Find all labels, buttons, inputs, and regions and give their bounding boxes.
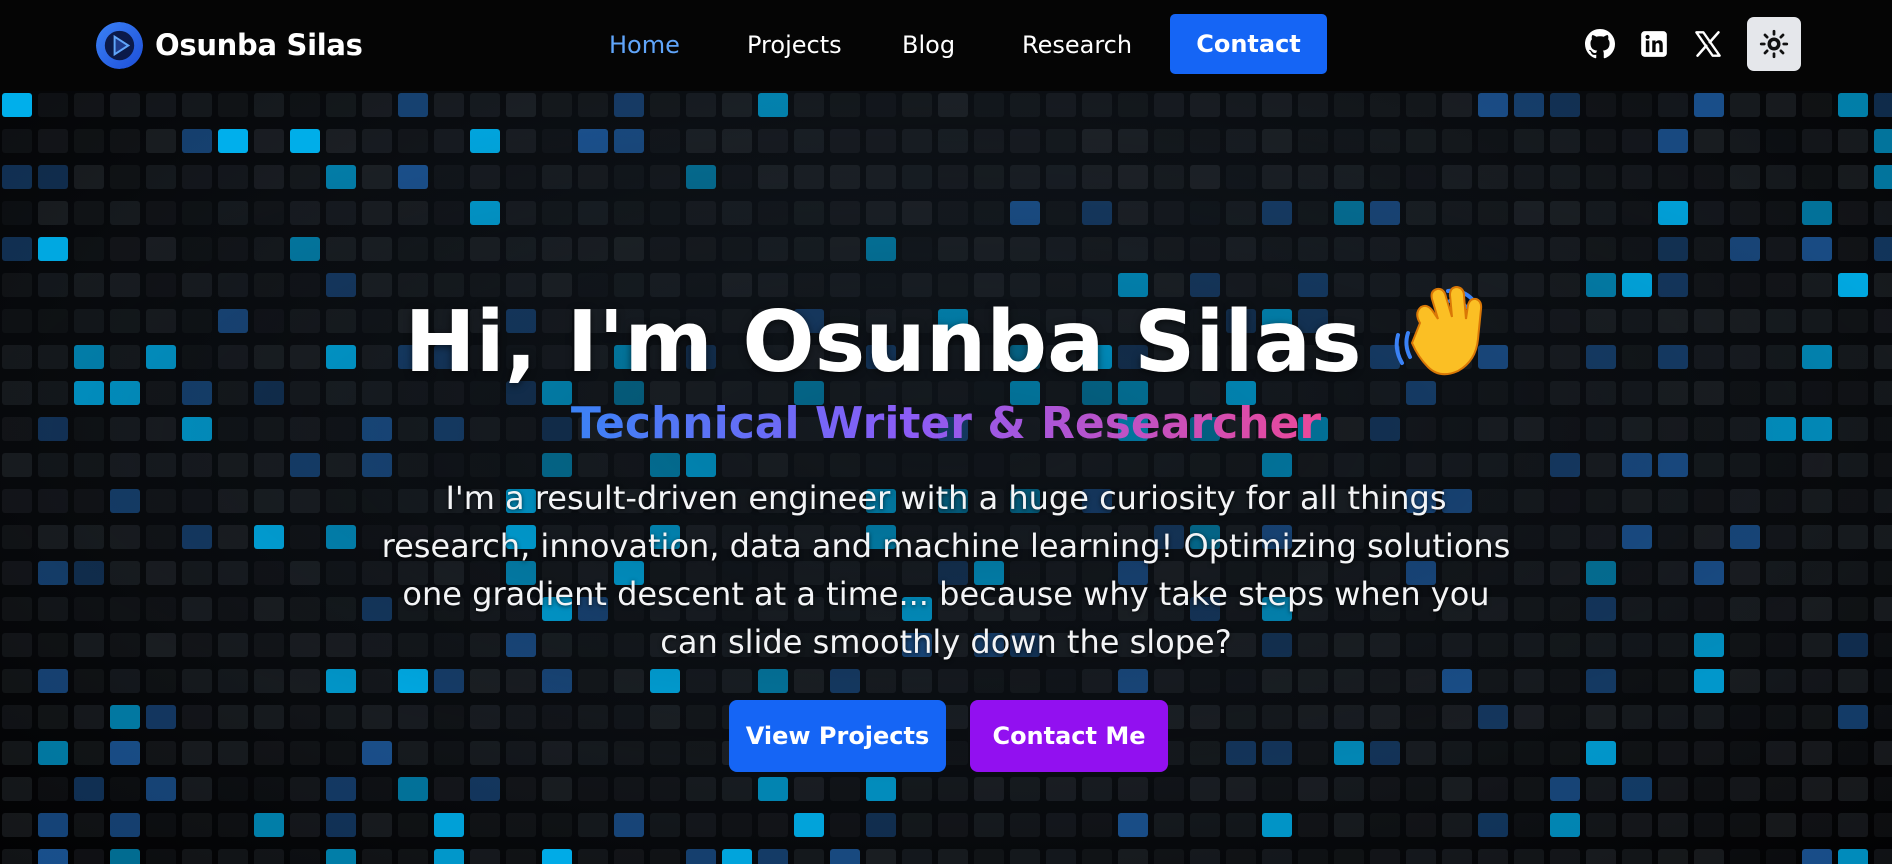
- top-navbar: Osunba Silas Home Projects Blog Research…: [0, 0, 1892, 91]
- brand[interactable]: Osunba Silas: [96, 21, 363, 69]
- view-projects-button[interactable]: View Projects: [729, 700, 946, 772]
- hero-subtitle-text: Technical Writer & Researcher: [570, 398, 1322, 449]
- nav-link-research[interactable]: Research: [1022, 29, 1132, 61]
- hero-title: Hi, I'm Osunba Silas: [0, 283, 1892, 401]
- hero-section: Hi, I'm Osunba Silas Technical Writer & …: [0, 91, 1892, 864]
- hero-subtitle: Technical Writer & Researcher: [0, 394, 1892, 454]
- hero-title-text: Hi, I'm Osunba Silas: [404, 293, 1362, 392]
- nav-link-projects[interactable]: Projects: [747, 29, 842, 61]
- sun-icon: [1759, 29, 1789, 59]
- linkedin-icon[interactable]: [1638, 28, 1670, 60]
- nav-link-blog[interactable]: Blog: [902, 29, 955, 61]
- contact-me-button[interactable]: Contact Me: [970, 700, 1168, 772]
- hero-bio: I'm a result-driven engineer with a huge…: [381, 479, 1511, 661]
- x-icon[interactable]: [1692, 28, 1724, 60]
- waving-hand-icon: [1388, 283, 1488, 401]
- github-icon[interactable]: [1584, 28, 1616, 60]
- brand-name: Osunba Silas: [155, 28, 363, 62]
- nav-link-home[interactable]: Home: [609, 29, 680, 61]
- contact-button[interactable]: Contact: [1170, 14, 1327, 74]
- theme-toggle-button[interactable]: [1747, 17, 1801, 71]
- logo-icon: [96, 21, 143, 69]
